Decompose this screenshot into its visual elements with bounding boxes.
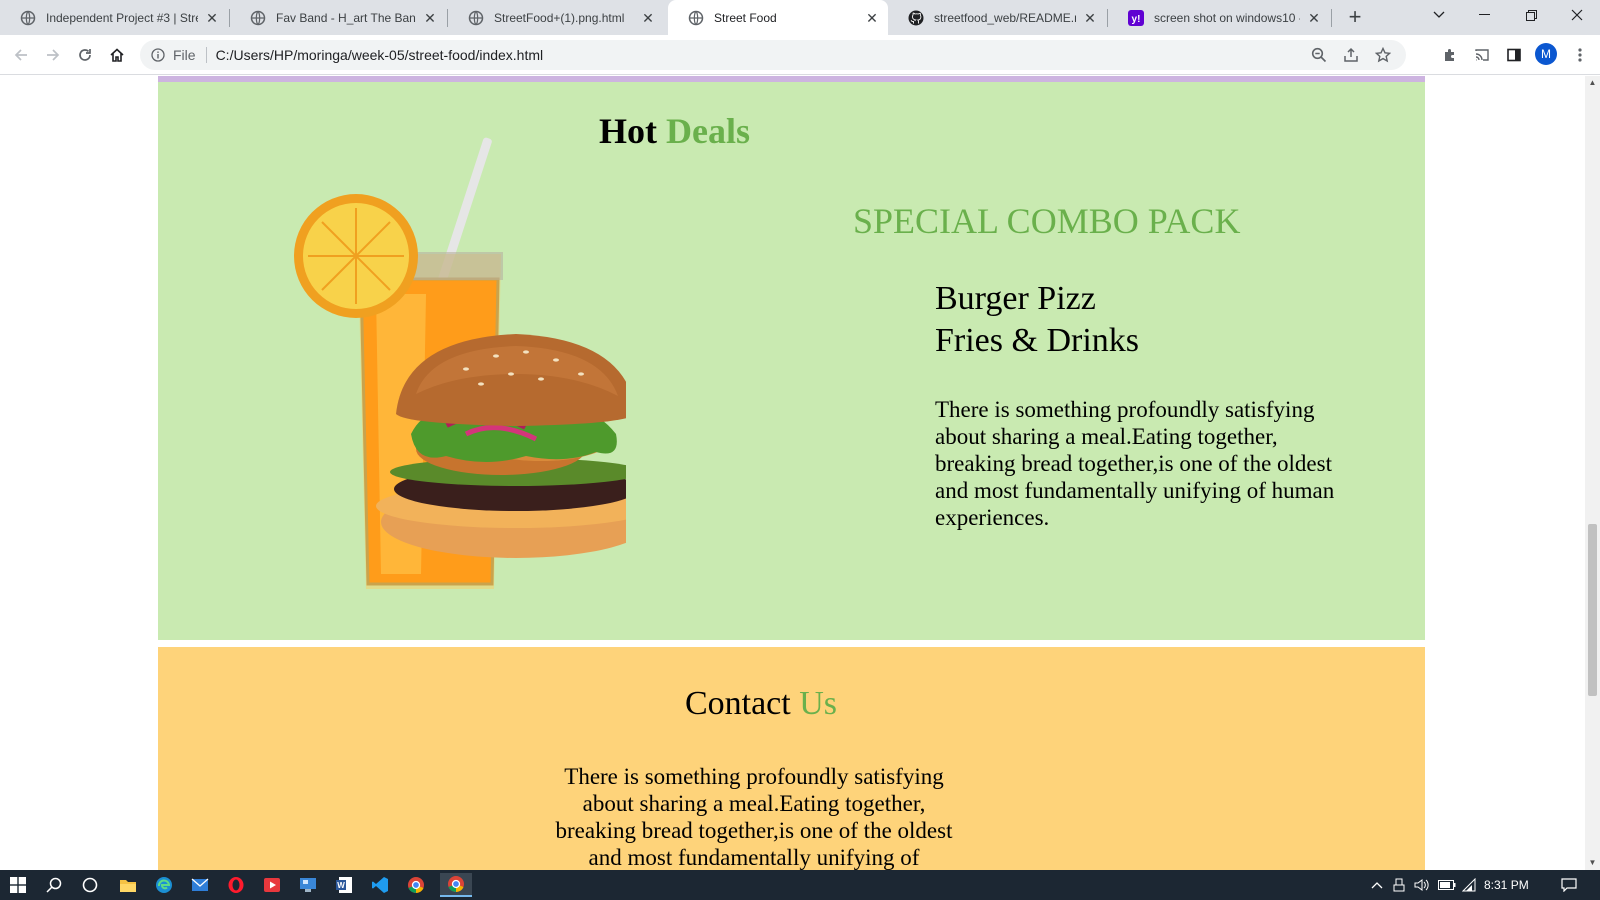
windows-start-icon[interactable] <box>6 873 30 897</box>
file-explorer-icon[interactable] <box>116 873 140 897</box>
cortana-icon[interactable] <box>78 873 102 897</box>
tab-strip: Independent Project #3 | Stre ✕ Fav Band… <box>0 0 1600 35</box>
tab-title: Fav Band - H_art The Band <box>276 10 416 25</box>
yahoo-icon: y! <box>1128 9 1144 26</box>
tab-street-food[interactable]: Street Food ✕ <box>668 0 888 35</box>
close-icon[interactable]: ✕ <box>422 10 438 26</box>
heading-text: Contact <box>684 685 791 722</box>
usb-device-icon[interactable] <box>1392 877 1406 893</box>
vscode-icon[interactable] <box>368 873 392 897</box>
globe-icon <box>250 10 266 26</box>
browser-toolbar: File C:/Users/HP/moringa/week-05/street-… <box>0 35 1600 75</box>
scroll-up-icon[interactable]: ▲ <box>1588 78 1597 88</box>
home-button[interactable] <box>103 41 131 69</box>
scheme-label: File <box>173 47 196 63</box>
globe-icon <box>468 10 484 26</box>
windows-taskbar: W 8:31 PM <box>0 870 1600 900</box>
zoom-icon[interactable] <box>1310 46 1328 64</box>
forward-arrow-icon <box>47 49 60 61</box>
reload-icon <box>79 49 91 61</box>
close-icon[interactable]: ✕ <box>864 10 880 26</box>
contact-section: Contact Us There is something profoundly… <box>158 647 1425 870</box>
cast-icon <box>1475 49 1489 61</box>
bookmark-star-icon[interactable] <box>1374 46 1392 64</box>
profile-avatar[interactable]: M <box>1535 43 1557 65</box>
url-text[interactable]: C:/Users/HP/moringa/week-05/street-food/… <box>216 47 544 63</box>
hot-deals-section: Hot Deals SPECIAL COMBO PACK Burger Pizz… <box>158 82 1425 640</box>
side-panel-button[interactable] <box>1500 41 1528 69</box>
section-heading: Contact Us <box>158 685 1364 723</box>
new-tab-button[interactable]: + <box>1342 4 1368 30</box>
info-icon[interactable] <box>151 48 165 62</box>
tab-title: Independent Project #3 | Stre <box>46 10 198 25</box>
tab-readme[interactable]: streetfood_web/README.md ✕ <box>888 0 1106 35</box>
back-button[interactable] <box>7 41 35 69</box>
battery-icon[interactable] <box>1438 877 1456 893</box>
minimize-button[interactable] <box>1462 0 1508 30</box>
chrome-active-icon[interactable] <box>440 873 472 897</box>
forward-button[interactable] <box>39 41 67 69</box>
divider <box>205 47 207 63</box>
scrollbar-thumb[interactable] <box>1588 524 1597 696</box>
tab-independent-project[interactable]: Independent Project #3 | Stre ✕ <box>0 0 228 35</box>
scroll-down-icon[interactable]: ▼ <box>1588 858 1597 868</box>
combo-title: SPECIAL COMBO PACK <box>853 201 1241 241</box>
restore-button[interactable] <box>1508 0 1554 30</box>
back-arrow-icon <box>14 49 27 61</box>
media-player-icon[interactable] <box>260 873 284 897</box>
menu-button[interactable] <box>1566 41 1594 69</box>
tab-yahoo-search[interactable]: y! screen shot on windows10 - Y ✕ <box>1108 0 1330 35</box>
edge-icon[interactable] <box>152 873 176 897</box>
globe-icon <box>688 10 704 26</box>
page-viewport: Hot Deals SPECIAL COMBO PACK Burger Pizz… <box>0 76 1585 870</box>
share-icon[interactable] <box>1342 46 1360 64</box>
tab-separator <box>1331 9 1332 27</box>
svg-text:W: W <box>337 881 345 890</box>
cast-button[interactable] <box>1468 41 1496 69</box>
vertical-scrollbar[interactable]: ▲ ▼ <box>1585 76 1600 870</box>
chevron-up-icon[interactable] <box>1370 877 1384 893</box>
mail-icon[interactable] <box>188 873 212 897</box>
word-icon[interactable]: W <box>332 873 356 897</box>
tab-search-button[interactable] <box>1416 0 1462 30</box>
tab-fav-band[interactable]: Fav Band - H_art The Band ✕ <box>230 0 446 35</box>
chrome-icon[interactable] <box>404 873 428 897</box>
globe-icon <box>20 10 36 26</box>
combo-items-line: Burger Pizz <box>935 280 1096 317</box>
close-window-button[interactable] <box>1554 0 1600 30</box>
close-icon[interactable]: ✕ <box>1082 10 1098 26</box>
heading-accent-text: Deals <box>666 111 750 151</box>
kebab-menu-icon <box>1578 48 1582 62</box>
notification-icon[interactable] <box>1560 877 1578 893</box>
puzzle-icon <box>1445 49 1454 61</box>
opera-icon[interactable] <box>224 873 248 897</box>
address-bar[interactable]: File C:/Users/HP/moringa/week-05/street-… <box>140 40 1406 70</box>
wifi-icon[interactable] <box>1462 877 1478 893</box>
tab-title: screen shot on windows10 - Y <box>1154 10 1300 25</box>
close-icon[interactable]: ✕ <box>1306 10 1322 26</box>
burger-and-juice-image <box>294 137 626 589</box>
combo-description: There is something profoundly satisfying… <box>935 397 1335 530</box>
home-icon <box>110 48 124 62</box>
tab-title: streetfood_web/README.md <box>934 10 1076 25</box>
reload-button[interactable] <box>71 41 99 69</box>
volume-icon[interactable] <box>1414 877 1430 893</box>
github-icon <box>908 10 924 26</box>
combo-items-line: Fries & Drinks <box>935 322 1139 359</box>
tab-title: StreetFood+(1).png.html <box>494 10 625 25</box>
contact-description: There is something profoundly satisfying… <box>555 764 953 870</box>
search-icon[interactable] <box>42 873 66 897</box>
tab-streetfood-png[interactable]: StreetFood+(1).png.html ✕ <box>448 0 664 35</box>
heading-accent-text: Us <box>799 685 838 722</box>
svg-text:y!: y! <box>1132 14 1141 25</box>
taskbar-clock[interactable]: 8:31 PM <box>1484 878 1529 892</box>
combo-items: Burger Pizz Fries & Drinks <box>935 278 1139 362</box>
close-icon[interactable]: ✕ <box>640 10 656 26</box>
control-panel-icon[interactable] <box>296 873 320 897</box>
extensions-button[interactable] <box>1436 41 1464 69</box>
close-icon[interactable]: ✕ <box>204 10 220 26</box>
side-panel-icon <box>1507 48 1521 62</box>
tab-title: Street Food <box>714 10 777 25</box>
